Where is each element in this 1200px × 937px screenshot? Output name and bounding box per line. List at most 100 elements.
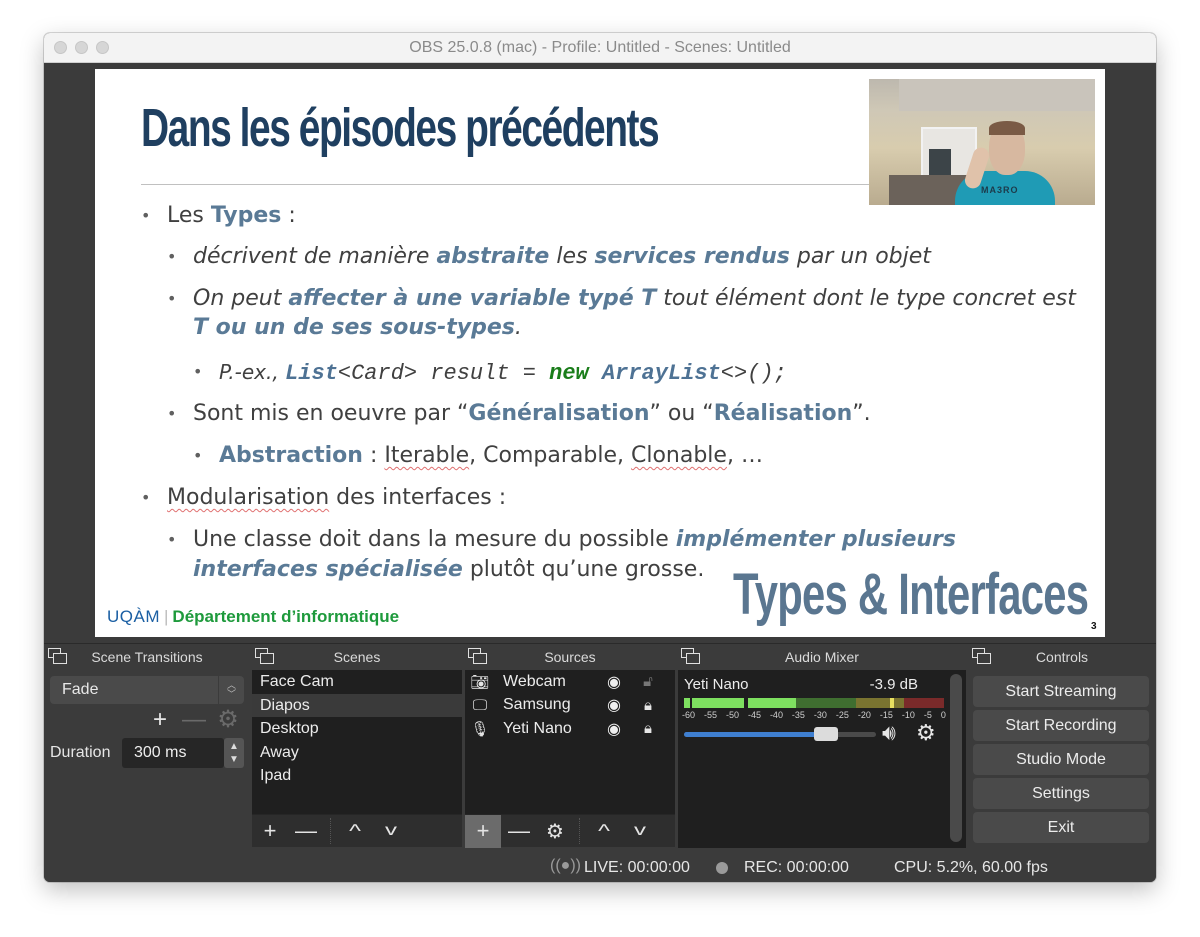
text: tout élément dont le type concret est xyxy=(656,286,1076,311)
text: . xyxy=(514,315,522,340)
unlock-icon[interactable]: 🔓︎ xyxy=(633,673,663,690)
dock-header: Sources xyxy=(464,644,676,670)
bullet-assign-variable: • On peut affecter à une variable typé T… xyxy=(167,284,1076,314)
controls-dock: Controls Start Streaming Start Recording… xyxy=(968,644,1156,849)
chevron-down-icon[interactable]: ▼ xyxy=(229,753,239,766)
undock-icon[interactable] xyxy=(468,648,487,664)
bullet-dot: • xyxy=(141,206,151,225)
lock-icon[interactable]: 🔒︎ xyxy=(633,720,663,737)
live-timer: LIVE: 00:00:00 xyxy=(584,859,690,876)
remove-transition-button[interactable]: — xyxy=(182,708,206,732)
uqam-logo: UQÀM | Département d’informatique xyxy=(107,607,399,627)
remove-scene-button[interactable]: — xyxy=(288,815,324,848)
source-item[interactable]: 🖵︎ Samsung ◉ 🔒︎ xyxy=(465,694,675,718)
transition-select-value: Fade xyxy=(62,681,99,698)
code-text: <Card> result = xyxy=(337,361,550,386)
speaker-volume-icon[interactable]: 🔊︎ xyxy=(882,720,896,746)
visibility-eye-icon[interactable]: ◉ xyxy=(595,695,633,715)
source-item[interactable]: 🎙︎ Yeti Nano ◉ 🔒︎ xyxy=(465,717,675,741)
scene-item[interactable]: Ipad xyxy=(252,764,462,788)
chevron-up-icon[interactable]: ▲ xyxy=(229,740,239,753)
volume-slider-thumb[interactable] xyxy=(814,727,839,741)
volume-slider-fill xyxy=(684,732,827,737)
scene-item[interactable]: Desktop xyxy=(252,717,462,741)
add-scene-button[interactable]: + xyxy=(252,815,288,848)
text: P.-ex., xyxy=(219,360,286,384)
dock-header: Scene Transitions xyxy=(44,644,250,670)
slide-bullets: • Les Types : • décrivent de manière abs… xyxy=(95,69,1105,637)
visibility-eye-icon[interactable]: ◉ xyxy=(595,672,633,692)
window-title: OBS 25.0.8 (mac) - Profile: Untitled - S… xyxy=(409,38,791,56)
camera-icon: 📷︎ xyxy=(470,673,490,691)
text: décrivent de manière xyxy=(193,244,437,269)
start-recording-button[interactable]: Start Recording xyxy=(973,710,1149,741)
undock-icon[interactable] xyxy=(972,648,991,664)
meter-tick-label: -20 xyxy=(857,710,871,720)
code-text: <>(); xyxy=(720,361,787,386)
source-list: 📷︎ Webcam ◉ 🔓︎ 🖵︎ Samsung ◉ 🔒︎ 🎙︎ Yeti N… xyxy=(465,670,675,814)
meter-level-segment xyxy=(748,698,796,708)
text: , … xyxy=(726,443,763,468)
highlight-text: Abstraction xyxy=(219,443,363,468)
highlight-text: Réalisation xyxy=(713,401,853,426)
add-source-button[interactable]: + xyxy=(465,814,501,848)
text: les xyxy=(549,244,595,269)
text: Les xyxy=(167,203,211,228)
remove-source-button[interactable]: — xyxy=(501,815,537,848)
lock-icon[interactable]: 🔒︎ xyxy=(633,697,663,714)
studio-mode-button[interactable]: Studio Mode xyxy=(973,744,1149,775)
text: plutôt qu’une grosse. xyxy=(462,557,705,582)
scene-list: Face Cam Diapos Desktop Away Ipad xyxy=(252,670,462,814)
bullet-generalisation: • Sont mis en oeuvre par “Généralisation… xyxy=(167,399,871,429)
move-scene-down-button[interactable]: v xyxy=(364,815,418,848)
bullet-dot: • xyxy=(193,446,203,465)
source-name: Yeti Nano xyxy=(503,719,572,737)
highlight-text: services rendus xyxy=(594,244,790,269)
start-streaming-button[interactable]: Start Streaming xyxy=(973,676,1149,707)
meter-scale: -60 -55 -50 -45 -40 -35 -30 -25 -20 -15 -10 -5 0 xyxy=(682,710,946,720)
meter-tick-label: -50 xyxy=(725,710,739,720)
move-source-down-button[interactable]: v xyxy=(613,815,667,848)
meter-level-segment xyxy=(692,698,744,708)
zoom-window-button[interactable] xyxy=(96,41,109,54)
scene-item[interactable]: Face Cam xyxy=(252,670,462,694)
duration-stepper[interactable]: ▲ ▼ xyxy=(224,738,244,768)
undock-icon[interactable] xyxy=(681,648,700,664)
scenes-toolbar: + — ^ v xyxy=(252,814,462,847)
source-item[interactable]: 📷︎ Webcam ◉ 🔓︎ xyxy=(465,670,675,694)
misspelled-word: Iterable xyxy=(384,443,470,468)
dock-title: Scenes xyxy=(333,649,381,665)
undock-icon[interactable] xyxy=(48,648,67,664)
close-window-button[interactable] xyxy=(54,41,67,54)
add-transition-button[interactable]: + xyxy=(148,708,172,732)
scene-item-selected[interactable]: Diapos xyxy=(252,693,462,717)
highlight-text: abstraite xyxy=(436,244,550,269)
slide-topic-tag: Types & Interfaces xyxy=(733,562,1089,627)
preview-area[interactable]: Dans les épisodes précédents MA3RO • Les… xyxy=(44,63,1156,643)
volume-meter xyxy=(684,698,944,708)
scene-item[interactable]: Away xyxy=(252,741,462,765)
dock-header: Audio Mixer xyxy=(677,644,967,670)
volume-slider[interactable] xyxy=(684,727,876,741)
settings-button[interactable]: Settings xyxy=(973,778,1149,809)
live-broadcast-icon: ((●)) xyxy=(550,857,581,874)
mixer-scrollbar[interactable] xyxy=(950,674,962,842)
duration-input[interactable]: 300 ms xyxy=(122,738,224,768)
transition-settings-gear-icon[interactable]: ⚙ xyxy=(216,708,240,732)
misspelled-word: Modularisation xyxy=(167,485,330,510)
source-properties-gear-icon[interactable]: ⚙ xyxy=(537,815,573,848)
exit-button[interactable]: Exit xyxy=(973,812,1149,843)
audio-settings-gear-icon[interactable]: ⚙ xyxy=(916,720,936,746)
minimize-window-button[interactable] xyxy=(75,41,88,54)
visibility-eye-icon[interactable]: ◉ xyxy=(595,719,633,739)
highlight-text: affecter à une variable typé T xyxy=(288,286,657,311)
transition-select[interactable]: Fade ︿ ﹀ xyxy=(50,676,244,704)
bullet-dot: • xyxy=(167,289,177,308)
meter-tick-label: -60 xyxy=(682,710,696,720)
window-controls xyxy=(54,41,109,54)
uqam-wordmark: UQÀM xyxy=(107,607,160,626)
text: Une classe doit dans la mesure du possib… xyxy=(193,527,676,552)
undock-icon[interactable] xyxy=(255,648,274,664)
text: ”. xyxy=(852,401,871,426)
